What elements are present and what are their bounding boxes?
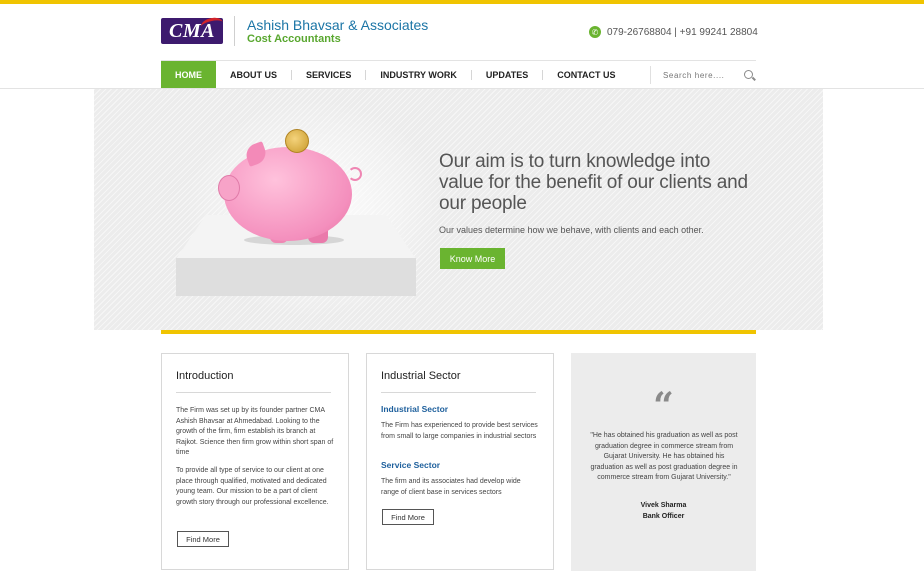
top-accent-bar bbox=[0, 0, 924, 4]
nav-item-about-us[interactable]: ABOUT US bbox=[216, 61, 291, 88]
piggy-bank-tail bbox=[348, 167, 362, 181]
pedestal-front bbox=[176, 258, 416, 296]
coin-image bbox=[285, 129, 309, 153]
card-divider bbox=[176, 392, 331, 393]
main-nav: HOME ABOUT US SERVICES INDUSTRY WORK UPD… bbox=[161, 61, 630, 88]
nav-item-contact-us[interactable]: CONTACT US bbox=[543, 61, 629, 88]
search-icon[interactable] bbox=[744, 70, 753, 79]
industrial-sector-title: Industrial Sector bbox=[381, 370, 461, 382]
testimonial-role: Bank Officer bbox=[642, 513, 685, 520]
industrial-sector-card: Industrial Sector Industrial Sector The … bbox=[366, 353, 554, 570]
introduction-paragraph-1: The Firm was set up by its founder partn… bbox=[176, 407, 334, 456]
know-more-button[interactable]: Know More bbox=[440, 248, 505, 269]
hero-title: Our aim is to turn knowledge into value … bbox=[439, 151, 748, 214]
search-input[interactable] bbox=[661, 69, 745, 81]
phone-icon: ✆ bbox=[589, 26, 601, 38]
phone-contact: ✆ 079-26768804 | +91 99241 28804 bbox=[589, 26, 758, 38]
firm-subtitle: Cost Accountants bbox=[247, 33, 341, 45]
quote-icon: “ bbox=[653, 385, 674, 427]
hero-bottom-accent bbox=[161, 330, 756, 334]
testimonial-name: Vivek Sharma bbox=[640, 502, 687, 509]
logo-divider bbox=[234, 16, 235, 46]
piggy-bank-snout bbox=[218, 175, 240, 201]
cma-logo[interactable]: CMA bbox=[161, 15, 225, 44]
nav-item-home[interactable]: HOME bbox=[161, 61, 216, 88]
service-sector-text: The firm and its associates had develop … bbox=[381, 478, 521, 496]
hero-text: Our values determine how we behave, with… bbox=[439, 225, 704, 235]
testimonial-card: “ "He has obtained his graduation as wel… bbox=[571, 353, 756, 571]
nav-item-services[interactable]: SERVICES bbox=[292, 61, 365, 88]
introduction-card: Introduction The Firm was set up by its … bbox=[161, 353, 349, 570]
phone-numbers: 079-26768804 | +91 99241 28804 bbox=[607, 26, 758, 38]
industrial-sector-text: The Firm has experienced to provide best… bbox=[381, 422, 538, 440]
piggy-bank-image bbox=[224, 147, 352, 241]
service-sector-subheading[interactable]: Service Sector bbox=[381, 460, 440, 471]
introduction-find-more-button[interactable]: Find More bbox=[177, 531, 229, 547]
nav-item-industry-work[interactable]: INDUSTRY WORK bbox=[366, 61, 471, 88]
industrial-find-more-button[interactable]: Find More bbox=[382, 509, 434, 525]
search-box bbox=[650, 66, 757, 84]
testimonial-quote: "He has obtained his graduation as well … bbox=[590, 432, 738, 481]
industrial-sector-subheading[interactable]: Industrial Sector bbox=[381, 404, 448, 415]
firm-name: Ashish Bhavsar & Associates bbox=[247, 17, 429, 33]
card-divider bbox=[381, 392, 536, 393]
introduction-paragraph-2: To provide all type of service to our cl… bbox=[176, 467, 329, 506]
nav-item-updates[interactable]: UPDATES bbox=[472, 61, 542, 88]
hero-banner: Our aim is to turn knowledge into value … bbox=[94, 89, 823, 330]
introduction-title: Introduction bbox=[176, 370, 234, 382]
logo-swoosh bbox=[199, 15, 225, 34]
